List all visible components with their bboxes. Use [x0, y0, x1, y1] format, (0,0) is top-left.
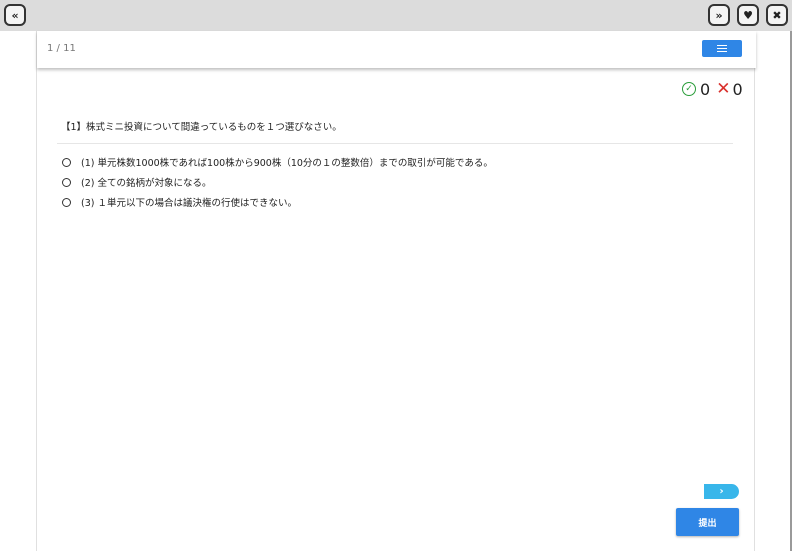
- chevron-right-icon: ›: [719, 486, 724, 497]
- close-icon: ✖: [772, 8, 782, 22]
- window-toolbar: « » ♥ ✖: [0, 0, 792, 31]
- option-label: (3) １単元以下の場合は議決権の行使はできない。: [81, 198, 297, 209]
- next-question-button[interactable]: ›: [704, 484, 739, 499]
- radio-button[interactable]: [62, 197, 71, 207]
- divider: [57, 143, 733, 144]
- cross-icon: ✕: [716, 78, 731, 99]
- submit-button[interactable]: 提出: [676, 508, 739, 536]
- radio-button[interactable]: [62, 177, 71, 187]
- double-chevron-up-icon: «: [11, 8, 19, 22]
- forward-button[interactable]: »: [708, 4, 730, 26]
- heart-icon: ♥: [743, 8, 753, 22]
- hamburger-menu-icon: [717, 45, 727, 52]
- answer-option-3[interactable]: (3) １単元以下の場合は議決権の行使はできない。: [61, 192, 493, 212]
- score-display: ✓ 0 ✕ 0: [682, 78, 749, 99]
- option-label: (2) 全ての銘柄が対象になる。: [81, 178, 212, 189]
- favorite-button[interactable]: ♥: [737, 4, 759, 26]
- question-text: 【1】株式ミニ投資について間違っているものを１つ選びなさい。: [61, 122, 342, 133]
- radio-button[interactable]: [62, 157, 71, 167]
- double-chevron-right-icon: »: [715, 8, 723, 22]
- close-button[interactable]: ✖: [766, 4, 788, 26]
- correct-count: 0: [700, 79, 711, 99]
- wrong-count: 0: [732, 79, 743, 99]
- left-margin: [0, 31, 36, 551]
- submit-label: 提出: [698, 518, 717, 529]
- answer-option-2[interactable]: (2) 全ての銘柄が対象になる。: [61, 172, 493, 192]
- collapse-button[interactable]: «: [4, 4, 26, 26]
- menu-button[interactable]: [702, 40, 742, 57]
- question-counter: 1 / 11: [47, 43, 76, 54]
- answer-option-1[interactable]: (1) 単元株数1000株であれば100株から900株（10分の１の整数倍）まで…: [61, 152, 493, 172]
- answer-options: (1) 単元株数1000株であれば100株から900株（10分の１の整数倍）まで…: [61, 152, 493, 212]
- quiz-header: 1 / 11: [37, 31, 756, 68]
- quiz-card: 1 / 11 ✓ 0 ✕ 0 【1】株式ミニ投資について間違っているものを１つ選…: [36, 31, 756, 551]
- option-label: (1) 単元株数1000株であれば100株から900株（10分の１の整数倍）まで…: [81, 158, 493, 169]
- right-margin: [755, 31, 792, 551]
- check-circle-icon: ✓: [682, 82, 696, 96]
